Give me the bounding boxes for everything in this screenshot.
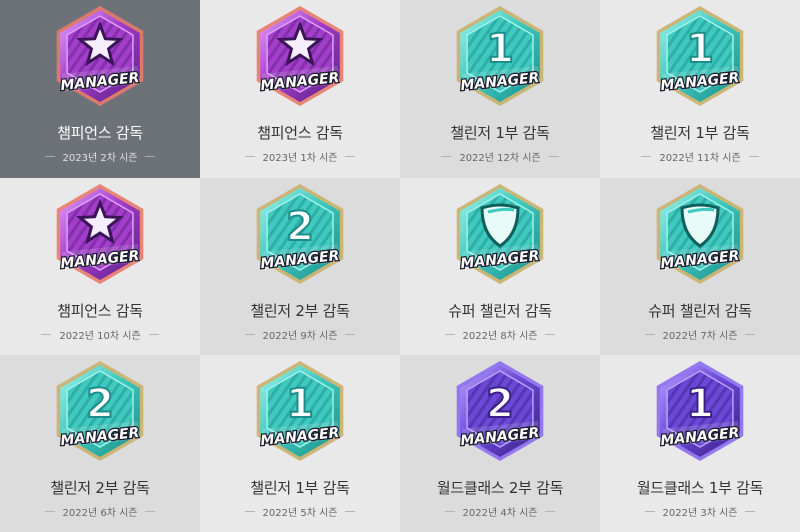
- manager-badge-icon: MANAGER: [56, 184, 144, 284]
- badge-grid: MANAGER 챔피언스 감독 2023년 2차 시즌 MANAGER 챔피언스 감독…: [0, 0, 800, 532]
- badge-season-row: 2022년 8차 시즌: [444, 327, 556, 342]
- svg-text:1: 1: [486, 26, 514, 72]
- manager-badge-icon: MANAGER: [656, 184, 744, 284]
- badge-card[interactable]: MANAGER 슈퍼 챌린저 감독 2022년 8차 시즌: [400, 178, 600, 355]
- badge-card[interactable]: MANAGER 슈퍼 챌린저 감독 2022년 7차 시즌: [600, 178, 800, 355]
- badge-season: 2022년 7차 시즌: [662, 331, 738, 342]
- badge-season-row: 2023년 2차 시즌: [44, 149, 156, 164]
- badge-season: 2022년 3차 시즌: [662, 508, 738, 519]
- badge-season-row: 2022년 11차 시즌: [641, 149, 759, 164]
- badge-season: 2023년 2차 시즌: [62, 153, 138, 164]
- badge-title: 챌린저 1부 감독: [650, 124, 750, 142]
- badge-title: 월드클래스 2부 감독: [436, 479, 564, 497]
- divider: [641, 156, 652, 157]
- badge-season-row: 2022년 7차 시즌: [644, 327, 756, 342]
- badge-season-row: 2022년 10차 시즌: [41, 327, 159, 342]
- badge-season: 2022년 10차 시즌: [59, 331, 141, 342]
- manager-badge-icon: MANAGER: [256, 6, 344, 106]
- badge-season: 2022년 9차 시즌: [262, 331, 338, 342]
- badge-card[interactable]: 1 MANAGER 챌린저 1부 감독 2022년 5차 시즌: [200, 355, 400, 532]
- badge-season-row: 2022년 9차 시즌: [244, 327, 356, 342]
- svg-text:2: 2: [286, 204, 314, 250]
- badge-season-row: 2022년 3차 시즌: [644, 504, 756, 519]
- badge-season: 2022년 6차 시즌: [62, 508, 138, 519]
- divider: [745, 334, 756, 335]
- divider: [345, 156, 356, 157]
- divider: [244, 511, 255, 512]
- divider: [44, 156, 55, 157]
- badge-title: 챌린저 2부 감독: [250, 302, 350, 320]
- badge-season: 2022년 5차 시즌: [262, 508, 338, 519]
- badge-title: 슈퍼 챌린저 감독: [648, 302, 752, 320]
- divider: [548, 156, 559, 157]
- manager-badge-icon: MANAGER: [56, 6, 144, 106]
- badge-card[interactable]: MANAGER 챔피언스 감독 2023년 1차 시즌: [200, 0, 400, 178]
- divider: [644, 334, 655, 335]
- badge-season-row: 2022년 12차 시즌: [441, 149, 559, 164]
- badge-season-row: 2023년 1차 시즌: [244, 149, 356, 164]
- divider: [148, 334, 159, 335]
- divider: [545, 334, 556, 335]
- badge-title: 슈퍼 챌린저 감독: [448, 302, 552, 320]
- badge-title: 챔피언스 감독: [57, 124, 143, 142]
- manager-badge-icon: 1MANAGER: [656, 361, 744, 461]
- badge-title: 챌린저 2부 감독: [50, 479, 150, 497]
- badge-card[interactable]: MANAGER 챔피언스 감독 2022년 10차 시즌: [0, 178, 200, 355]
- badge-card[interactable]: MANAGER 챔피언스 감독 2023년 2차 시즌: [0, 0, 200, 178]
- manager-badge-icon: 2MANAGER: [56, 361, 144, 461]
- divider: [644, 511, 655, 512]
- divider: [441, 156, 452, 157]
- badge-season: 2022년 11차 시즌: [659, 153, 741, 164]
- badge-title: 챌린저 1부 감독: [450, 124, 550, 142]
- badge-title: 챌린저 1부 감독: [250, 479, 350, 497]
- badge-title: 챔피언스 감독: [257, 124, 343, 142]
- svg-text:1: 1: [686, 381, 714, 427]
- badge-season: 2022년 12차 시즌: [459, 153, 541, 164]
- manager-badge-icon: 1MANAGER: [656, 6, 744, 106]
- manager-badge-icon: 2MANAGER: [256, 184, 344, 284]
- badge-season-row: 2022년 4차 시즌: [444, 504, 556, 519]
- badge-season: 2022년 4차 시즌: [462, 508, 538, 519]
- divider: [748, 156, 759, 157]
- badge-card[interactable]: 1 MANAGER 챌린저 1부 감독 2022년 11차 시즌: [600, 0, 800, 178]
- svg-text:1: 1: [286, 381, 314, 427]
- divider: [145, 156, 156, 157]
- badge-season-row: 2022년 6차 시즌: [44, 504, 156, 519]
- manager-badge-icon: 1MANAGER: [256, 361, 344, 461]
- divider: [145, 511, 156, 512]
- divider: [545, 511, 556, 512]
- divider: [444, 334, 455, 335]
- badge-title: 월드클래스 1부 감독: [636, 479, 764, 497]
- divider: [345, 511, 356, 512]
- divider: [244, 334, 255, 335]
- divider: [244, 156, 255, 157]
- svg-text:2: 2: [486, 381, 514, 427]
- divider: [44, 511, 55, 512]
- manager-badge-icon: 1MANAGER: [456, 6, 544, 106]
- badge-season: 2023년 1차 시즌: [262, 153, 338, 164]
- svg-text:1: 1: [686, 26, 714, 72]
- divider: [345, 334, 356, 335]
- badge-season: 2022년 8차 시즌: [462, 331, 538, 342]
- manager-badge-icon: MANAGER: [456, 184, 544, 284]
- badge-card[interactable]: 2 MANAGER 챌린저 2부 감독 2022년 9차 시즌: [200, 178, 400, 355]
- divider: [745, 511, 756, 512]
- svg-text:2: 2: [86, 381, 114, 427]
- badge-title: 챔피언스 감독: [57, 302, 143, 320]
- badge-card[interactable]: 2 MANAGER 월드클래스 2부 감독 2022년 4차 시즌: [400, 355, 600, 532]
- badge-season-row: 2022년 5차 시즌: [244, 504, 356, 519]
- badge-card[interactable]: 2 MANAGER 챌린저 2부 감독 2022년 6차 시즌: [0, 355, 200, 532]
- manager-badge-icon: 2MANAGER: [456, 361, 544, 461]
- divider: [41, 334, 52, 335]
- divider: [444, 511, 455, 512]
- badge-card[interactable]: 1 MANAGER 챌린저 1부 감독 2022년 12차 시즌: [400, 0, 600, 178]
- badge-card[interactable]: 1 MANAGER 월드클래스 1부 감독 2022년 3차 시즌: [600, 355, 800, 532]
